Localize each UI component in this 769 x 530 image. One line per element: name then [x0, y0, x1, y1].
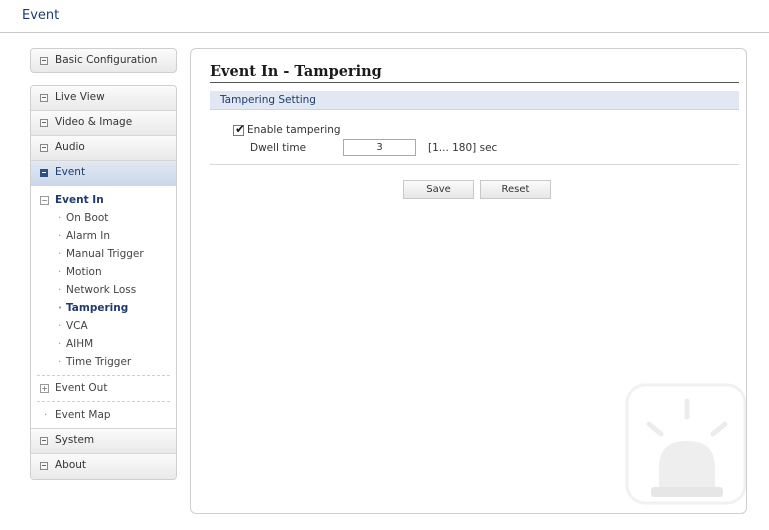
subnav-event-in[interactable]: − Event In — [31, 192, 176, 209]
collapse-icon — [40, 169, 48, 177]
minus-icon: − — [40, 196, 49, 205]
sidebar-item-live-view[interactable]: Live View — [31, 86, 176, 111]
expand-icon — [40, 94, 48, 102]
sidebar-item-label: About — [55, 459, 87, 471]
expand-icon — [40, 119, 48, 127]
event-subnav: − Event In On Boot Alarm In Manual Trigg… — [31, 186, 176, 429]
sidebar: Basic Configuration Live View Video & Im… — [30, 48, 177, 480]
sidebar-item-event[interactable]: Event — [31, 161, 176, 186]
save-button[interactable]: Save — [403, 180, 474, 199]
subnav-item-aihm[interactable]: AIHM — [31, 335, 176, 353]
subnav-item-tampering[interactable]: Tampering — [31, 299, 176, 317]
alarm-light-watermark-icon — [625, 383, 746, 505]
sidebar-group: Live View Video & Image Audio Event − Ev… — [30, 85, 177, 480]
divider — [37, 401, 170, 402]
title-rule — [210, 82, 739, 83]
sidebar-item-label: Video & Image — [55, 116, 133, 128]
expand-icon — [40, 462, 48, 470]
dwell-time-range: [1... 180] sec — [428, 142, 498, 154]
expand-icon — [40, 437, 48, 445]
sidebar-item-about[interactable]: About — [31, 454, 176, 479]
subnav-item-vca[interactable]: VCA — [31, 317, 176, 335]
page-header-title: Event — [22, 8, 60, 23]
section-header: Tampering Setting — [210, 91, 739, 110]
dwell-time-input[interactable] — [343, 139, 416, 156]
subnav-item-network-loss[interactable]: Network Loss — [31, 281, 176, 299]
page-title: Event In - Tampering — [210, 63, 382, 80]
sidebar-item-label: Basic Configuration — [55, 54, 158, 66]
sidebar-item-system[interactable]: System — [31, 429, 176, 454]
sidebar-item-label: Event — [55, 166, 86, 178]
sidebar-item-video-image[interactable]: Video & Image — [31, 111, 176, 136]
top-bar: Event — [0, 0, 769, 33]
enable-tampering-row: ✔ Enable tampering — [233, 121, 341, 136]
content-panel: Event In - Tampering Tampering Setting ✔… — [190, 48, 747, 514]
subnav-item-manual-trigger[interactable]: Manual Trigger — [31, 245, 176, 263]
sidebar-item-label: Audio — [55, 141, 85, 153]
subnav-event-map[interactable]: Event Map — [31, 406, 176, 424]
sidebar-item-audio[interactable]: Audio — [31, 136, 176, 161]
checkmark-icon: ✔ — [235, 121, 246, 136]
subnav-item-alarm-in[interactable]: Alarm In — [31, 227, 176, 245]
reset-button[interactable]: Reset — [480, 180, 551, 199]
divider — [37, 375, 170, 376]
expand-icon — [40, 144, 48, 152]
subnav-item-motion[interactable]: Motion — [31, 263, 176, 281]
enable-tampering-label: Enable tampering — [247, 124, 341, 136]
sidebar-item-label: Live View — [55, 91, 105, 103]
subnav-label: Event In — [55, 194, 104, 206]
enable-tampering-checkbox[interactable]: ✔ — [233, 121, 246, 136]
divider — [210, 164, 739, 165]
expand-icon — [40, 57, 48, 65]
dwell-time-label: Dwell time — [250, 142, 307, 154]
sidebar-item-label: System — [55, 434, 95, 446]
subnav-event-out[interactable]: + Event Out — [31, 380, 176, 397]
subnav-item-on-boot[interactable]: On Boot — [31, 209, 176, 227]
sidebar-item-basic-configuration[interactable]: Basic Configuration — [30, 48, 177, 73]
plus-icon: + — [40, 384, 49, 393]
subnav-label: Event Out — [55, 382, 108, 394]
subnav-item-time-trigger[interactable]: Time Trigger — [31, 353, 176, 371]
